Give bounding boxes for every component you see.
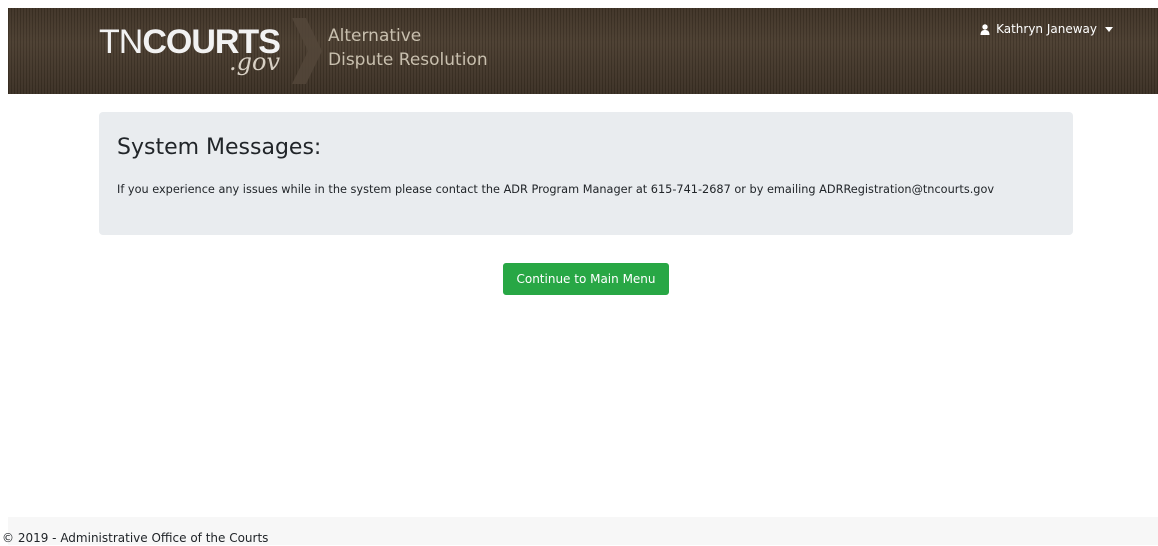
- site-title-line-2: Dispute Resolution: [328, 50, 488, 70]
- user-name: Kathryn Janeway: [996, 22, 1097, 36]
- chevron-divider-icon: [292, 18, 322, 84]
- system-messages-title: System Messages:: [117, 135, 322, 160]
- site-footer: © 2019 - Administrative Office of the Co…: [2, 517, 1158, 545]
- page: TNCOURTS .gov Alternative Dispute Resolu…: [2, 8, 1158, 545]
- caret-down-icon: [1105, 26, 1113, 32]
- user-menu-dropdown[interactable]: Kathryn Janeway: [980, 21, 1113, 37]
- tncourts-logo[interactable]: TNCOURTS .gov: [99, 22, 299, 82]
- logo-gov: .gov: [229, 48, 280, 76]
- site-header: TNCOURTS .gov Alternative Dispute Resolu…: [8, 8, 1158, 94]
- site-title: Alternative Dispute Resolution: [328, 24, 588, 72]
- user-icon: [980, 23, 990, 35]
- site-title-line-1: Alternative: [328, 26, 422, 46]
- system-messages-panel: System Messages: If you experience any i…: [99, 112, 1073, 235]
- footer-copyright: © 2019 - Administrative Office of the Co…: [2, 531, 269, 545]
- continue-to-main-menu-button[interactable]: Continue to Main Menu: [503, 263, 669, 295]
- logo-prefix: TN: [99, 23, 143, 61]
- system-message-text: If you experience any issues while in th…: [117, 183, 995, 196]
